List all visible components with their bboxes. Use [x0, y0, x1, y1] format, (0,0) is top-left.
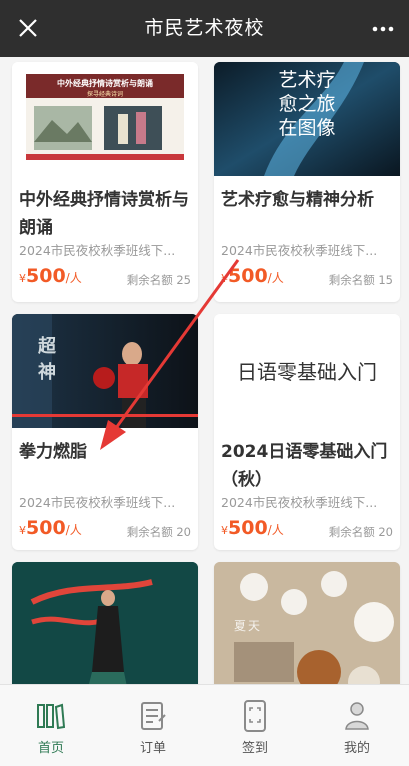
image-title-text: 中外经典抒情诗赏析与朗诵 [57, 79, 153, 88]
course-card-dance[interactable] [12, 562, 198, 684]
home-books-icon [37, 703, 65, 730]
course-price: ¥500/人 [19, 517, 82, 539]
course-price: ¥500/人 [221, 265, 284, 287]
tab-checkin[interactable]: 签到 [204, 685, 306, 766]
price-unit: /人 [65, 523, 82, 537]
course-subtitle: 2024市民夜校秋季班线下... [221, 495, 378, 510]
course-price: ¥500/人 [19, 265, 82, 287]
course-grid: 中外经典抒情诗赏析与朗诵 探寻经典诗词 中外经典抒情诗赏析与朗诵 2024市民夜… [0, 57, 409, 684]
image-subtitle-text: 探寻经典诗词 [86, 91, 123, 98]
price-value: 500 [26, 265, 66, 287]
order-icon [141, 702, 166, 730]
price-value: 500 [228, 265, 268, 287]
currency-symbol: ¥ [221, 524, 228, 537]
remaining-quota: 剩余名额 20 [328, 525, 393, 539]
currency-symbol: ¥ [19, 272, 26, 285]
course-card-tea[interactable]: 夏天 [214, 562, 400, 684]
tab-label: 首页 [37, 741, 64, 756]
top-bar: 市民艺术夜校 [0, 0, 409, 57]
course-card-poetry[interactable]: 中外经典抒情诗赏析与朗诵 探寻经典诗词 中外经典抒情诗赏析与朗诵 2024市民夜… [12, 62, 198, 302]
remaining-quota: 剩余名额 20 [126, 525, 191, 539]
price-unit: /人 [65, 271, 82, 285]
tab-profile[interactable]: 我的 [306, 685, 408, 766]
image-text: 夏天 [234, 619, 263, 633]
price-value: 500 [26, 517, 66, 539]
price-value: 500 [228, 517, 268, 539]
course-subtitle: 2024市民夜校秋季班线下... [19, 495, 176, 510]
course-card-boxing[interactable]: 超神 拳力燃脂 2024市民夜校秋季班线下... ¥500/人 剩余名额 20 [12, 314, 198, 550]
course-name: 2024日语零基础入门（秋） [221, 442, 388, 490]
course-name: 艺术疗愈与精神分析 [221, 190, 374, 210]
remaining-quota: 剩余名额 25 [126, 273, 191, 287]
course-subtitle: 2024市民夜校秋季班线下... [221, 243, 378, 258]
course-card-art-therapy[interactable]: 艺术疗愈之旅 在图像 艺术疗愈与精神分析 2024市民夜校秋季班线下... ¥5… [214, 62, 400, 302]
image-text: 超神 [38, 336, 56, 383]
course-card-japanese[interactable]: 日语零基础入门 2024日语零基础入门（秋） 2024市民夜校秋季班线下... … [214, 314, 400, 550]
tab-orders[interactable]: 订单 [102, 685, 204, 766]
image-title-text: 日语零基础入门 [237, 360, 377, 384]
currency-symbol: ¥ [19, 524, 26, 537]
bottom-tab-bar: 首页 订单 签到 我的 [0, 684, 409, 766]
tab-label: 订单 [139, 741, 166, 756]
checkin-icon [244, 700, 266, 732]
price-unit: /人 [267, 271, 284, 285]
remaining-quota: 剩余名额 15 [328, 273, 393, 287]
currency-symbol: ¥ [221, 272, 228, 285]
course-price: ¥500/人 [221, 517, 284, 539]
tab-label: 我的 [343, 741, 370, 756]
course-image-japanese: 日语零基础入门 [214, 314, 400, 428]
image-text: 艺术疗愈之旅 在图像 [278, 69, 336, 139]
course-name: 中外经典抒情诗赏析与朗诵 [19, 190, 189, 238]
course-name: 拳力燃脂 [19, 442, 87, 462]
more-icon[interactable] [371, 18, 395, 40]
price-unit: /人 [267, 523, 284, 537]
course-image-dance [12, 562, 198, 684]
tab-label: 签到 [241, 741, 268, 756]
tab-home[interactable]: 首页 [0, 685, 102, 766]
page-title: 市民艺术夜校 [144, 17, 265, 39]
course-subtitle: 2024市民夜校秋季班线下... [19, 243, 176, 258]
profile-icon [345, 702, 369, 730]
